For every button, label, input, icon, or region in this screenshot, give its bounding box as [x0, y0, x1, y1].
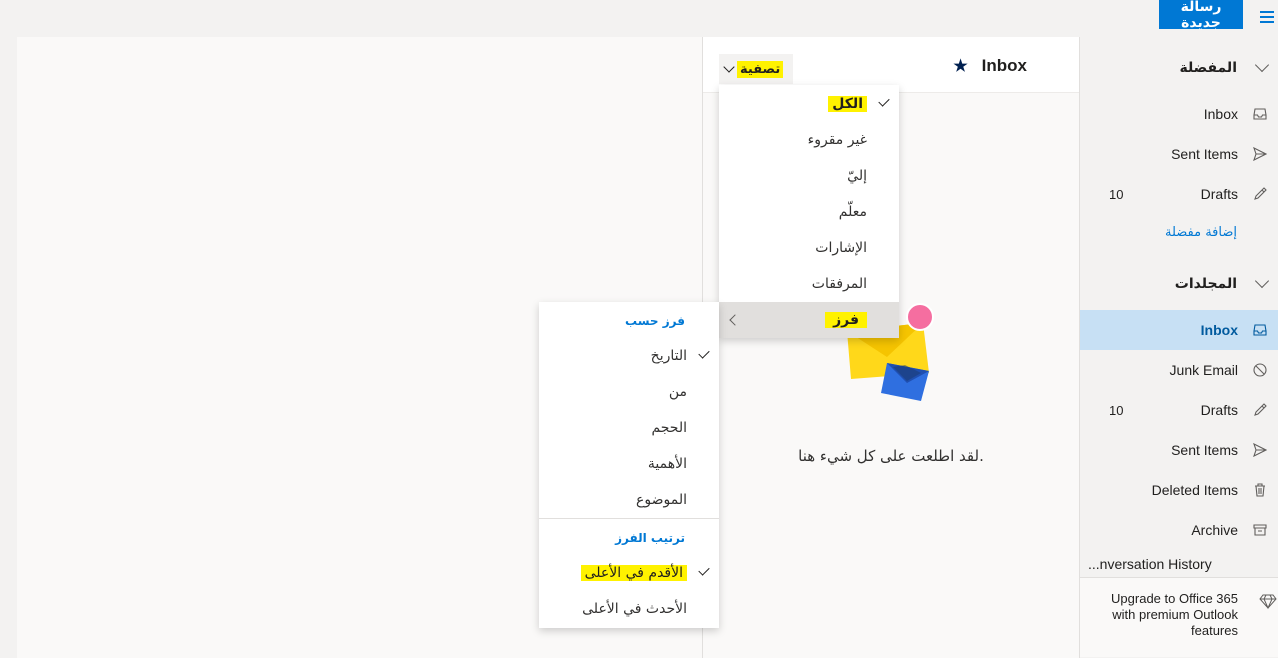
folder-name: Sent Items	[1171, 146, 1238, 162]
filter-menu: الكل غير مقروء إليّ معلّم الإشارات المرف…	[719, 85, 899, 338]
sort-submenu-trigger[interactable]: فرز	[719, 302, 899, 338]
sort-menu: فرز حسب التاريخ من الحجم الأهمية الموضوع…	[539, 302, 719, 628]
block-icon	[1251, 361, 1269, 379]
sort-option-label: الأهمية	[647, 456, 687, 472]
sort-option-label: من	[668, 384, 687, 400]
filter-option-all[interactable]: الكل	[719, 86, 899, 122]
archive-icon	[1251, 521, 1269, 539]
filter-option-attachments[interactable]: المرفقات	[719, 266, 899, 302]
sort-order-newest-first[interactable]: الأحدث في الأعلى	[539, 591, 719, 627]
filter-option-label: غير مقروء	[807, 132, 867, 148]
folder-name: Deleted Items	[1151, 482, 1238, 498]
unread-count: 10	[1109, 402, 1124, 418]
checkmark-icon	[698, 564, 710, 576]
chevron-down-icon	[1254, 57, 1270, 73]
empty-state-message: لقد اطلعت على كل شيء هنا.	[798, 447, 984, 465]
filter-option-unread[interactable]: غير مقروء	[719, 122, 899, 158]
folder-sent-items[interactable]: Sent Items	[1080, 430, 1278, 470]
folder-name: Drafts	[1200, 186, 1238, 202]
sort-option-subject[interactable]: الموضوع	[539, 482, 719, 518]
favorite-inbox[interactable]: Inbox	[1080, 94, 1278, 134]
diamond-icon	[1259, 594, 1277, 610]
upgrade-text: Upgrade to Office 365 with premium Outlo…	[1111, 591, 1238, 638]
inbox-icon	[1251, 321, 1269, 339]
chevron-down-icon	[723, 61, 735, 73]
sort-order-oldest-first[interactable]: الأقدم في الأعلى	[539, 555, 719, 591]
sort-label: فرز	[825, 312, 867, 328]
folder-junk-email[interactable]: Junk Email	[1080, 350, 1278, 390]
filter-label: تصفية	[737, 60, 784, 78]
favorites-header-label: المفضلة	[1179, 60, 1237, 76]
filter-option-label: معلّم	[838, 204, 867, 220]
top-bar: رسالة جديدة	[0, 0, 1278, 36]
sort-order-header: ترتيب الفرز	[615, 531, 685, 545]
notification-dot	[906, 303, 934, 331]
sort-order-label: الأحدث في الأعلى	[582, 601, 687, 617]
hamburger-icon[interactable]	[1256, 6, 1278, 28]
list-title: ★ Inbox	[953, 56, 1027, 76]
pencil-icon	[1251, 185, 1269, 203]
sort-option-size[interactable]: الحجم	[539, 410, 719, 446]
pencil-icon	[1251, 401, 1269, 419]
folder-drafts[interactable]: 10 Drafts	[1080, 390, 1278, 430]
folder-archive[interactable]: Archive	[1080, 510, 1278, 550]
filter-option-flagged[interactable]: معلّم	[719, 194, 899, 230]
folder-pane: المفضلة Inbox Sent Items 10 Drafts إضافة…	[1079, 37, 1278, 658]
filter-option-label: إليّ	[847, 168, 867, 184]
folder-deleted-items[interactable]: Deleted Items	[1080, 470, 1278, 510]
sort-order-label: الأقدم في الأعلى	[580, 565, 687, 581]
folders-header[interactable]: المجلدات	[1080, 266, 1278, 302]
favorite-sent-items[interactable]: Sent Items	[1080, 134, 1278, 174]
favorites-header[interactable]: المفضلة	[1080, 50, 1278, 86]
folder-title: Inbox	[981, 56, 1027, 75]
sort-option-label: الحجم	[651, 420, 687, 436]
folders-header-label: المجلدات	[1174, 276, 1237, 292]
chevron-down-icon	[1254, 273, 1270, 289]
filter-button[interactable]: تصفية	[719, 54, 794, 84]
send-icon	[1251, 441, 1269, 459]
chevron-left-icon	[729, 314, 741, 326]
checkmark-icon	[698, 347, 710, 359]
folder-name: Junk Email	[1169, 362, 1238, 378]
filter-option-label: الإشارات	[815, 240, 867, 256]
filter-option-mentions[interactable]: الإشارات	[719, 230, 899, 266]
star-icon[interactable]: ★	[953, 56, 967, 76]
upgrade-banner[interactable]: Upgrade to Office 365 with premium Outlo…	[1080, 577, 1278, 657]
filter-option-label: الكل	[828, 96, 867, 112]
menu-divider	[539, 518, 719, 519]
unread-count: 10	[1109, 186, 1124, 202]
folder-name: ...nversation History	[1088, 556, 1212, 572]
folder-inbox[interactable]: Inbox	[1080, 310, 1278, 350]
new-message-button[interactable]: رسالة جديدة	[1159, 0, 1243, 31]
sort-by-header: فرز حسب	[625, 314, 685, 328]
sort-option-date[interactable]: التاريخ	[539, 338, 719, 374]
trash-icon	[1251, 481, 1269, 499]
sort-option-label: الموضوع	[636, 492, 687, 508]
folder-name: Inbox	[1203, 106, 1238, 122]
sort-option-from[interactable]: من	[539, 374, 719, 410]
folder-name: Inbox	[1200, 322, 1238, 338]
checkmark-icon	[878, 95, 890, 107]
send-icon	[1251, 145, 1269, 163]
folder-conversation-history[interactable]: ...nversation History	[1080, 550, 1278, 578]
filter-option-to-me[interactable]: إليّ	[719, 158, 899, 194]
add-favorite-link[interactable]: إضافة مفضلة	[1165, 225, 1237, 240]
filter-option-label: المرفقات	[811, 276, 867, 292]
sort-option-importance[interactable]: الأهمية	[539, 446, 719, 482]
folder-name: Drafts	[1200, 402, 1238, 418]
favorite-drafts[interactable]: 10 Drafts	[1080, 174, 1278, 214]
inbox-icon	[1251, 105, 1269, 123]
folder-name: Archive	[1191, 522, 1238, 538]
folder-name: Sent Items	[1171, 442, 1238, 458]
sort-option-label: التاريخ	[650, 348, 687, 364]
